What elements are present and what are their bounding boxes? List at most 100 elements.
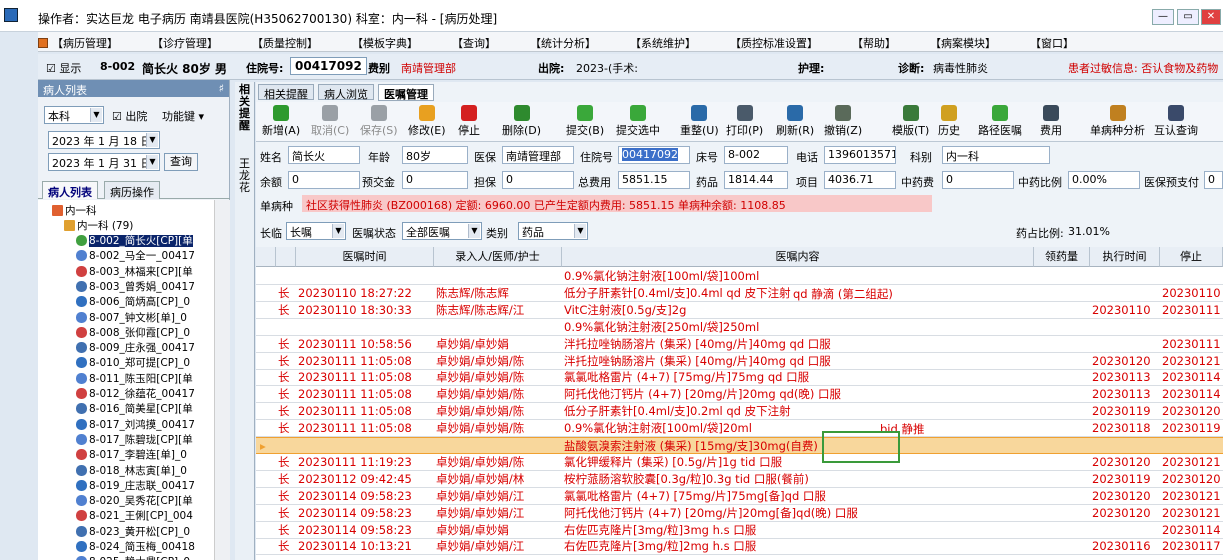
menu-item-6[interactable]: 【系统维护】 [630, 32, 696, 51]
menu-item-10[interactable]: 【窗口】 [1030, 32, 1074, 51]
toolbar-submit-button[interactable]: 提交(B) [566, 105, 604, 139]
order-status-select[interactable]: 全部医嘱 ▼ [402, 222, 482, 240]
menu-item-4[interactable]: 【查询】 [452, 32, 496, 51]
table-row[interactable]: 长 20230114 09:58:23 卓妙娟/卓妙娟/江 氯氯吡格雷片 (4+7) … [256, 488, 1223, 505]
patient-item[interactable]: 8-010_郑可提[CP]_0 [76, 356, 190, 371]
long-temp-select[interactable]: 长嘱 ▼ [286, 222, 346, 240]
header-stop[interactable]: 停止 [1160, 247, 1223, 267]
insurance-prepay-field[interactable]: 0 [1204, 171, 1223, 189]
phone-field[interactable]: 13960135717 [824, 146, 896, 164]
table-row[interactable]: 长 20230111 11:05:08 卓妙娟/卓妙娟/陈 阿托伐他汀钙片 (4+7)… [256, 386, 1223, 404]
patient-item[interactable]: 8-025_赖大鼎[CP]_0 [76, 555, 190, 560]
table-row[interactable]: 长 20230111 10:58:56 卓妙娟/卓妙娟 泮托拉唑钠肠溶片 (集采) [… [256, 336, 1223, 353]
table-row[interactable]: 长 20230111 11:05:08 卓妙娟/卓妙娟/陈 低分子肝素针[0.4ml/… [256, 403, 1223, 421]
toolbar-undo-button[interactable]: 取消(C) [311, 105, 349, 139]
toolbar-edit-button[interactable]: 修改(E) [408, 105, 446, 139]
table-row[interactable]: 长 20230111 11:05:08 卓妙娟/卓妙娟/陈 0.9%氯化钠注射液[10… [256, 420, 1223, 438]
toolbar-delete-button[interactable]: 删除(D) [502, 105, 541, 139]
table-row[interactable]: 长 20230111 11:05:08 卓妙娟/卓妙娟/陈 泮托拉唑钠肠溶片 (集采)… [256, 353, 1223, 370]
patient-item[interactable]: 8-006_简炳高[CP]_0 [76, 295, 190, 310]
table-row[interactable]: 长 20230110 18:27:22 陈志辉/陈志辉 低分子肝素针[0.4ml/支]… [256, 285, 1223, 302]
pin-icon[interactable]: ♯ [219, 82, 224, 95]
toolbar-template-button[interactable]: 模版(T) [892, 105, 929, 139]
class-select[interactable]: 药品 ▼ [518, 222, 588, 240]
bed-field[interactable]: 8-002 [724, 146, 788, 164]
tab-patient-browse[interactable]: 病人浏览 [318, 84, 374, 101]
patient-item[interactable]: 8-002_简长火[CP][单 [76, 234, 193, 249]
menu-item-7[interactable]: 【质控标准设置】 [730, 32, 818, 51]
menu-item-2[interactable]: 【质量控制】 [252, 32, 318, 51]
table-row[interactable]: 0.9%氯化钠注射液[250ml/袋]250ml [256, 319, 1223, 336]
toolbar-save-button[interactable]: 保存(S) [360, 105, 398, 139]
guarantee-field[interactable]: 0 [502, 171, 574, 189]
dept-field[interactable]: 内一科 [942, 146, 1050, 164]
menu-item-5[interactable]: 【统计分析】 [530, 32, 596, 51]
menu-item-1[interactable]: 【诊疗管理】 [152, 32, 218, 51]
tab-record-operation[interactable]: 病历操作 [104, 181, 160, 199]
query-button[interactable]: 查询 [164, 153, 198, 171]
patient-item[interactable]: 8-023_黄开松[CP]_0 [76, 525, 190, 540]
herb-fee-field[interactable]: 0 [942, 171, 1014, 189]
menu-item-8[interactable]: 【帮助】 [852, 32, 896, 51]
header-order-content[interactable]: 医嘱内容 [562, 247, 1034, 267]
patient-item[interactable]: 8-002_马全一_00417 [76, 249, 195, 264]
herb-ratio-field[interactable]: 0.00% [1068, 171, 1140, 189]
patient-item[interactable]: 8-017_刘鸿摸_00417 [76, 418, 195, 433]
vtab-reminder[interactable]: 相关提醒 [235, 82, 254, 134]
table-row[interactable]: 长 20230114 09:58:23 卓妙娟/卓妙娟 右佐匹克隆片[3mg/粒]3m… [256, 522, 1223, 539]
patient-item[interactable]: 8-020_吴秀花[CP][单 [76, 494, 193, 509]
menu-item-3[interactable]: 【模板字典】 [352, 32, 418, 51]
toolbar-stop-button[interactable]: 停止 [458, 105, 480, 139]
patient-item[interactable]: 8-016_简美星[CP][单 [76, 402, 193, 417]
menu-item-0[interactable]: 【病历管理】 [52, 32, 118, 51]
toolbar-add-button[interactable]: 新增(A) [262, 105, 300, 139]
drug-fee-field[interactable]: 1814.44 [724, 171, 788, 189]
tab-order-management[interactable]: 医嘱管理 [378, 84, 434, 101]
function-key-menu[interactable]: 功能键 ▾ [162, 108, 204, 124]
insurance-field[interactable]: 南靖管理部 [502, 146, 574, 164]
balance-field[interactable]: 0 [288, 171, 360, 189]
table-row[interactable]: 长 20230114 09:58:23 卓妙娟/卓妙娟/江 阿托伐他汀钙片 (4+7)… [256, 505, 1223, 522]
toolbar-print-button[interactable]: 打印(P) [726, 105, 763, 139]
tab-patient-list[interactable]: 病人列表 [42, 181, 98, 199]
header-order-time[interactable]: 医嘱时间 [296, 247, 434, 267]
toolbar-search-button[interactable]: 互认查询 [1154, 105, 1198, 139]
close-button[interactable]: ✕ [1201, 9, 1221, 25]
dept-select[interactable]: 本科 ▼ [44, 106, 104, 124]
patient-item[interactable]: 8-009_庄永强_00417 [76, 341, 195, 356]
inpatient-field[interactable]: 00417092 [618, 146, 690, 164]
patient-item[interactable]: 8-017_陈碧珑[CP][单 [76, 433, 193, 448]
table-row[interactable]: ▸ 盐酸氨溴索注射液 (集采) [15mg/支]30mg(自费) [256, 437, 1223, 454]
patient-item[interactable]: 8-008_张仰霞[CP]_0 [76, 326, 190, 341]
date-from-picker[interactable]: 2023 年 1 月 18 日 ▼ [48, 131, 160, 149]
tree-scrollbar[interactable] [214, 200, 230, 560]
toolbar-analysis-button[interactable]: 单病种分析 [1090, 105, 1145, 139]
table-row[interactable]: 长 20230111 11:05:08 卓妙娟/卓妙娟/陈 氯氯吡格雷片 (4+7) … [256, 369, 1223, 387]
total-fee-field[interactable]: 5851.15 [618, 171, 690, 189]
tree-subgroup[interactable]: 内一科 (79) [64, 219, 133, 234]
header-dispense-qty[interactable]: 领药量 [1034, 247, 1090, 267]
patient-item[interactable]: 8-021_王俐[CP]_004 [76, 509, 193, 524]
discharged-checkbox[interactable]: ☑ 出院 [112, 108, 147, 124]
vtab-doctor[interactable]: 王龙花 [235, 156, 254, 196]
toolbar-fee-button[interactable]: 费用 [1040, 105, 1062, 139]
patient-item[interactable]: 8-003_曾秀娟_00417 [76, 280, 195, 295]
patient-item[interactable]: 8-012_徐蕴花_00417 [76, 387, 195, 402]
toolbar-history-button[interactable]: 历史 [938, 105, 960, 139]
date-to-picker[interactable]: 2023 年 1 月 31 日 ▼ [48, 153, 160, 171]
patient-item[interactable]: 8-003_林福来[CP][单 [76, 265, 193, 280]
menu-item-9[interactable]: 【病案模块】 [930, 32, 996, 51]
patient-item[interactable]: 8-007_钟文彬[单]_0 [76, 311, 187, 326]
toolbar-submit-selected-button[interactable]: 提交选中 [616, 105, 660, 139]
toolbar-refresh-button[interactable]: 刷新(R) [776, 105, 814, 139]
item-fee-field[interactable]: 4036.71 [824, 171, 896, 189]
patient-item[interactable]: 8-011_陈玉阳[CP][单 [76, 372, 193, 387]
toolbar-revoke-button[interactable]: 撤销(Z) [824, 105, 862, 139]
tab-reminder[interactable]: 相关提醒 [258, 84, 314, 101]
patient-item[interactable]: 8-018_林志寅[单]_0 [76, 464, 187, 479]
tree-root[interactable]: 内一科 [52, 204, 97, 219]
patient-item[interactable]: 8-019_庄志联_00417 [76, 479, 195, 494]
patient-item[interactable]: 8-017_李碧连[单]_0 [76, 448, 187, 463]
header-staff[interactable]: 录入人/医师/护士 [434, 247, 562, 267]
patient-item[interactable]: 8-024_简玉梅_00418 [76, 540, 195, 555]
